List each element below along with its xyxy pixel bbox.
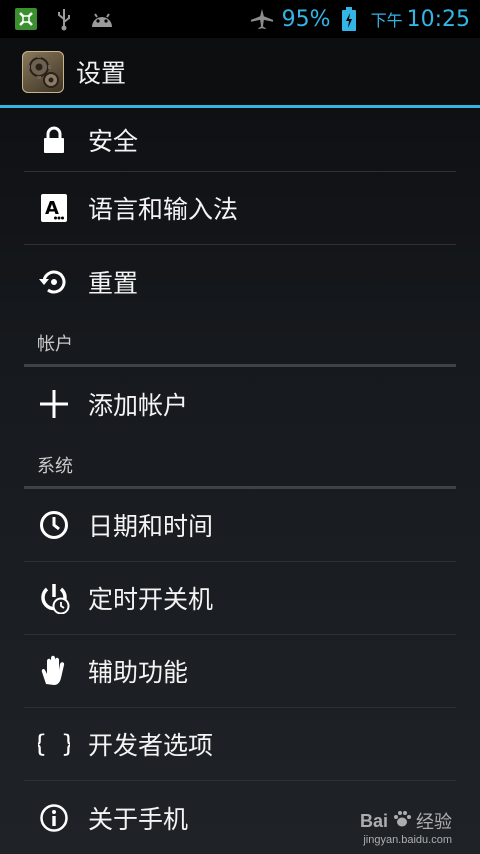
android-debug-icon	[90, 7, 114, 31]
action-bar: 设置	[0, 38, 480, 108]
settings-screen: 95% 下午 10:25 设置 安全 A 语言和输入法 重置 帐户 添加帐户 系…	[0, 0, 480, 854]
settings-item-label: 重置	[88, 268, 139, 298]
settings-item-language[interactable]: A 语言和输入法	[24, 172, 456, 245]
settings-item-developer-options[interactable]: { } 开发者选项	[24, 708, 456, 781]
status-bar: 95% 下午 10:25	[0, 0, 480, 38]
watermark-url: jingyan.baidu.com	[363, 834, 452, 846]
clock-time: 10:25	[406, 6, 470, 32]
section-label: 帐户	[37, 334, 73, 355]
settings-gear-icon[interactable]	[22, 50, 64, 93]
airplane-icon	[250, 7, 274, 31]
paw-icon	[392, 809, 412, 834]
app-notification-icon	[14, 7, 38, 31]
settings-item-label: 安全	[88, 126, 139, 156]
settings-item-label: 开发者选项	[88, 731, 214, 760]
braces-icon: { }	[37, 727, 71, 761]
power-schedule-icon	[37, 581, 71, 615]
usb-icon	[52, 7, 76, 31]
clock-icon	[37, 508, 71, 542]
settings-item-scheduled-power[interactable]: 定时开关机	[24, 562, 456, 635]
lock-icon	[37, 123, 71, 157]
settings-item-date-time[interactable]: 日期和时间	[24, 489, 456, 562]
hand-icon	[37, 654, 71, 688]
settings-item-label: 辅助功能	[88, 658, 189, 687]
settings-item-label: 定时开关机	[88, 585, 214, 614]
watermark-brand-suffix: 经验	[416, 812, 452, 833]
language-keyboard-icon: A	[37, 191, 71, 225]
section-label: 系统	[37, 456, 73, 477]
settings-item-label: 日期和时间	[88, 512, 214, 541]
plus-icon	[37, 387, 71, 421]
reset-icon	[37, 265, 71, 299]
settings-item-label: 关于手机	[88, 804, 189, 834]
svg-text:A: A	[45, 198, 59, 219]
settings-item-accessibility[interactable]: 辅助功能	[24, 635, 456, 708]
watermark-brand: Bai	[359, 810, 388, 831]
time-prefix: 下午	[370, 11, 403, 30]
settings-list: 安全 A 语言和输入法 重置 帐户 添加帐户 系统 日期和时间 定时开关机 辅助…	[0, 108, 480, 854]
settings-item-label: 添加帐户	[88, 390, 189, 420]
info-icon	[37, 801, 71, 835]
settings-item-label: 语言和输入法	[88, 195, 239, 224]
settings-item-security[interactable]: 安全	[24, 108, 456, 172]
section-header-system: 系统	[24, 440, 456, 489]
page-title: 设置	[76, 58, 127, 88]
svg-text:{ }: { }	[38, 730, 70, 758]
section-header-accounts: 帐户	[24, 318, 456, 367]
settings-item-reset[interactable]: 重置	[24, 245, 456, 318]
settings-item-add-account[interactable]: 添加帐户	[24, 367, 456, 440]
battery-percent: 95%	[281, 6, 331, 32]
baidu-jingyan-watermark: Bai 经验 jingyan.baidu.com	[360, 808, 452, 846]
battery-charging-icon	[337, 7, 361, 31]
